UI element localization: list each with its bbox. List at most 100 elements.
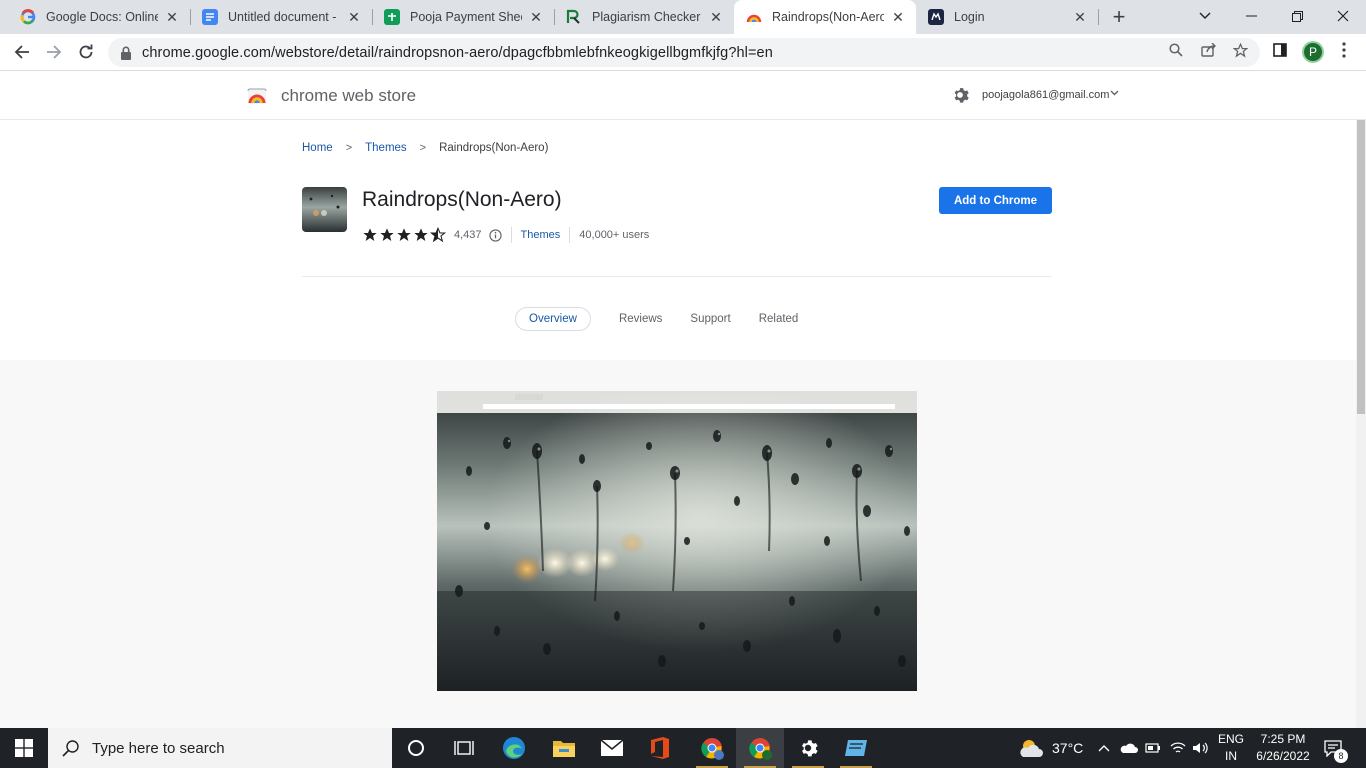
- menu-kebab-icon[interactable]: [1334, 40, 1354, 60]
- mail-icon[interactable]: [588, 728, 636, 768]
- clock-time: 7:25 PM: [1260, 732, 1306, 746]
- rating-stars: [362, 227, 446, 243]
- weather-widget[interactable]: 37°C: [1018, 728, 1083, 768]
- wifi-icon[interactable]: [1170, 728, 1186, 768]
- cortana-icon[interactable]: [392, 728, 440, 768]
- lock-icon[interactable]: [120, 46, 132, 60]
- tab-separator: [1098, 9, 1099, 25]
- browser-tab-google-docs[interactable]: Google Docs: Online D ✕: [8, 0, 190, 34]
- browser-tab-untitled-document[interactable]: Untitled document - G ✕: [190, 0, 372, 34]
- close-window-button[interactable]: [1320, 0, 1366, 32]
- search-icon: [62, 740, 79, 757]
- breadcrumb: Home > Themes > Raindrops(Non-Aero): [302, 142, 548, 154]
- show-hidden-icons-button[interactable]: [1098, 728, 1110, 768]
- user-count: 40,000+ users: [579, 229, 650, 241]
- chevron-right-icon: >: [345, 142, 353, 154]
- tab-related[interactable]: Related: [759, 308, 799, 330]
- close-icon[interactable]: ✕: [528, 9, 544, 25]
- add-to-chrome-button[interactable]: Add to Chrome: [939, 187, 1052, 214]
- battery-icon[interactable]: [1145, 728, 1161, 768]
- edge-icon[interactable]: [490, 728, 538, 768]
- breadcrumb-current: Raindrops(Non-Aero): [439, 142, 549, 154]
- settings-gear-icon[interactable]: [950, 85, 970, 105]
- back-button[interactable]: [8, 38, 36, 66]
- login-site-icon: [928, 9, 944, 25]
- category-link[interactable]: Themes: [521, 229, 561, 241]
- tab-support[interactable]: Support: [690, 308, 730, 330]
- plagiarism-checker-icon: [566, 9, 582, 25]
- tab-search-button[interactable]: [1182, 0, 1228, 32]
- close-icon[interactable]: ✕: [708, 9, 724, 25]
- google-g-icon: [20, 9, 36, 25]
- tab-title: Login: [954, 10, 985, 24]
- divider: [302, 276, 1052, 277]
- close-icon[interactable]: ✕: [890, 9, 906, 25]
- browser-tab-login[interactable]: Login ✕: [916, 0, 1098, 34]
- share-icon[interactable]: [1198, 40, 1218, 60]
- volume-icon[interactable]: [1192, 728, 1210, 768]
- item-title: Raindrops(Non-Aero): [362, 188, 562, 211]
- tab-overview[interactable]: Overview: [515, 307, 591, 331]
- address-bar[interactable]: chrome.google.com/webstore/detail/raindr…: [108, 38, 1260, 67]
- store-header: chrome web store poojagola861@gmail.com: [0, 72, 1366, 120]
- close-icon[interactable]: ✕: [346, 9, 362, 25]
- tab-title: Untitled document - G: [228, 10, 340, 24]
- scrollbar-thumb[interactable]: [1357, 120, 1365, 414]
- profile-avatar[interactable]: P: [1302, 41, 1324, 63]
- theme-thumbnail-icon: [302, 187, 347, 232]
- reload-button[interactable]: [72, 38, 100, 66]
- theme-screenshot[interactable]: [437, 391, 917, 691]
- tab-title: Raindrops(Non-Aero): [772, 10, 884, 24]
- google-sheets-icon: [384, 9, 400, 25]
- notification-count-badge: 8: [1334, 749, 1348, 763]
- chrome-profile-tv-icon[interactable]: [688, 728, 736, 768]
- close-icon[interactable]: ✕: [164, 9, 180, 25]
- input-language-indicator[interactable]: ENG IN: [1216, 731, 1246, 765]
- browser-tab-raindrops-active[interactable]: Raindrops(Non-Aero) ✕: [734, 0, 916, 34]
- breadcrumb-home[interactable]: Home: [302, 142, 333, 154]
- forward-button[interactable]: [40, 38, 68, 66]
- breadcrumb-themes[interactable]: Themes: [365, 142, 407, 154]
- new-tab-button[interactable]: +: [1106, 4, 1132, 29]
- tab-strip: Google Docs: Online D ✕ Untitled documen…: [0, 0, 1366, 34]
- bookmark-star-icon[interactable]: [1230, 40, 1250, 60]
- chevron-right-icon: >: [419, 142, 427, 154]
- onedrive-sync-icon[interactable]: [1120, 728, 1138, 768]
- browser-toolbar: chrome.google.com/webstore/detail/raindr…: [0, 34, 1366, 71]
- windows-start-button[interactable]: [0, 728, 48, 768]
- settings-icon[interactable]: [784, 728, 832, 768]
- zoom-search-icon[interactable]: [1166, 40, 1186, 60]
- rating-count[interactable]: 4,437: [454, 229, 482, 241]
- app-window-icon[interactable]: [832, 728, 880, 768]
- detail-tabs: Overview Reviews Support Related: [515, 307, 826, 331]
- file-explorer-icon[interactable]: [540, 728, 588, 768]
- tab-title: Google Docs: Online D: [46, 10, 158, 24]
- chevron-down-icon[interactable]: [1110, 88, 1119, 99]
- account-email[interactable]: poojagola861@gmail.com: [982, 89, 1109, 101]
- star-icon: [397, 228, 411, 241]
- side-panel-icon[interactable]: [1270, 40, 1290, 60]
- close-icon[interactable]: ✕: [1072, 9, 1088, 25]
- screenshot-gallery: [0, 360, 1356, 728]
- store-title[interactable]: chrome web store: [281, 86, 416, 106]
- chrome-web-store-logo[interactable]: [247, 86, 267, 106]
- chrome-web-store-icon: [746, 9, 762, 25]
- taskbar-search-box[interactable]: Type here to search: [48, 728, 392, 768]
- browser-tab-pooja-payment-sheet[interactable]: Pooja Payment Sheet ✕: [372, 0, 554, 34]
- task-view-icon[interactable]: [440, 728, 488, 768]
- minimize-button[interactable]: [1228, 0, 1274, 32]
- tab-reviews[interactable]: Reviews: [619, 308, 662, 330]
- chrome-profile-p-icon[interactable]: [736, 728, 784, 768]
- tab-title: Pooja Payment Sheet: [410, 10, 522, 24]
- weather-temperature: 37°C: [1052, 740, 1084, 756]
- windows-taskbar: Type here to search 37°C ENG IN 7:25 PM …: [0, 728, 1366, 768]
- meta-divider: [510, 227, 512, 243]
- info-icon[interactable]: [488, 228, 502, 242]
- restore-button[interactable]: [1274, 0, 1320, 32]
- notifications-button[interactable]: 8: [1324, 728, 1348, 768]
- star-icon: [363, 228, 377, 241]
- browser-tab-plagiarism-checker[interactable]: Plagiarism Checker - F ✕: [554, 0, 734, 34]
- office-icon[interactable]: [636, 728, 684, 768]
- system-clock[interactable]: 7:25 PM 6/26/2022: [1248, 731, 1318, 765]
- page-scrollbar[interactable]: [1356, 120, 1366, 728]
